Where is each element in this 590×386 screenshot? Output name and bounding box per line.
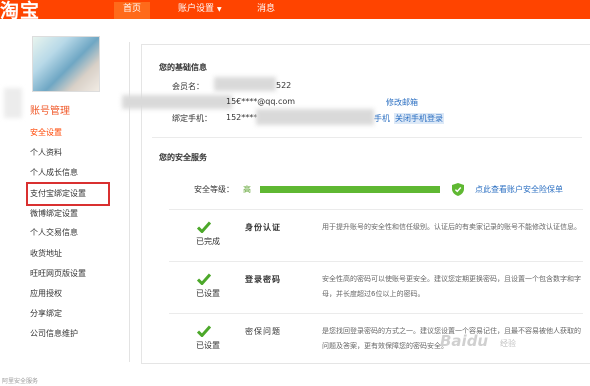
sidebar-item-security[interactable]: 安全设置	[30, 127, 62, 138]
avatar[interactable]	[32, 36, 100, 92]
insurance-policy-link[interactable]: 点此查看账户安全险保单	[475, 184, 563, 195]
modify-email-link[interactable]: 修改邮箱	[386, 97, 418, 108]
row-divider	[169, 313, 583, 314]
security-level-fill	[260, 186, 440, 193]
phone-label: 绑定手机：	[172, 114, 212, 123]
phone-link[interactable]: 手机	[374, 113, 390, 124]
baidu-watermark: Baidu	[440, 332, 489, 350]
service-status: 已设置	[196, 341, 220, 350]
security-level-label: 安全等级：	[194, 185, 234, 194]
security-level-value: 高	[243, 185, 251, 194]
sidebar-item-profile[interactable]: 个人资料	[30, 147, 62, 158]
main-panel: 您的基础信息 会员名： 522 15€****@qq.com 修改邮箱 绑定手机…	[122, 44, 590, 365]
blurred-email-prefix	[122, 95, 232, 109]
sidebar-item-address[interactable]: 收货地址	[30, 248, 62, 259]
service-name: 密保问题	[245, 327, 281, 336]
check-icon	[197, 273, 211, 285]
member-value: 522	[276, 81, 292, 90]
shield-icon	[452, 183, 464, 196]
close-phone-login-link[interactable]: 关闭手机登录	[394, 113, 444, 124]
blurred-region	[4, 88, 22, 118]
email-value: 15€****@qq.com	[226, 97, 296, 106]
service-name: 登录密码	[245, 275, 281, 284]
service-status: 已完成	[196, 237, 220, 246]
row-divider	[169, 261, 583, 262]
service-status: 已设置	[196, 289, 220, 298]
nav-home[interactable]: 首页	[114, 2, 151, 19]
highlight-box	[26, 182, 110, 206]
sidebar-item-growth[interactable]: 个人成长信息	[30, 167, 78, 178]
caret-down-icon: ▼	[217, 6, 222, 13]
service-row-identity: 已完成 身份认证 用于提升账号的安全性和信任级别。认证后的有卖家记录的账号不能修…	[142, 211, 590, 261]
service-description: 安全性高的密码可以使账号更安全。建议您定期更换密码，且设置一个包含数字和字母，并…	[322, 275, 581, 298]
sidebar-item-trade-info[interactable]: 个人交易信息	[30, 227, 78, 238]
sidebar-divider	[129, 42, 130, 362]
security-title: 您的安全服务	[159, 153, 207, 162]
service-row-security-question: 已设置 密保问题 是您找回登录密码的方式之一。建议您设置一个容易记住，且最不容易…	[142, 315, 590, 365]
sidebar-item-share[interactable]: 分享绑定	[30, 308, 62, 319]
service-description: 用于提升账号的安全性和信任级别。认证后的有卖家记录的账号不能修改认证信息。	[322, 223, 581, 231]
sidebar-item-wangwang[interactable]: 旺旺网页版设置	[30, 268, 86, 279]
blurred-phone	[256, 109, 374, 125]
basic-info-title: 您的基础信息	[159, 63, 207, 72]
check-icon	[197, 221, 211, 233]
watermark-sub: 经验	[500, 339, 516, 348]
security-level-bar	[260, 186, 440, 193]
sidebar-item-app-auth[interactable]: 应用授权	[30, 288, 62, 299]
sidebar-title: 账号管理	[30, 106, 70, 117]
sidebar-item-weibo-binding[interactable]: 微博绑定设置	[30, 208, 78, 219]
member-label: 会员名：	[172, 82, 204, 91]
taobao-logo[interactable]: 淘宝	[0, 0, 40, 23]
nav-messages[interactable]: 消息	[248, 2, 284, 19]
blurred-member-name	[214, 77, 276, 91]
phone-value: 152****	[226, 113, 258, 122]
service-row-password: 已设置 登录密码 安全性高的密码可以使账号更安全。建议您定期更换密码，且设置一个…	[142, 263, 590, 313]
sidebar-item-company[interactable]: 公司信息维护	[30, 328, 78, 339]
section-divider	[152, 137, 582, 138]
nav-account-settings[interactable]: 账户设置 ▼	[169, 2, 231, 19]
row-divider	[169, 209, 583, 210]
service-name: 身份认证	[245, 223, 281, 232]
check-icon	[197, 325, 211, 337]
footer-note: 阿里安全服务	[2, 378, 39, 385]
top-nav-bar: 淘宝 首页 账户设置 ▼ 消息	[0, 0, 590, 22]
nav-account-settings-label: 账户设置	[178, 4, 215, 14]
sidebar: 账号管理 安全设置 个人资料 个人成长信息 支付宝绑定设置 微博绑定设置 个人交…	[0, 28, 130, 368]
